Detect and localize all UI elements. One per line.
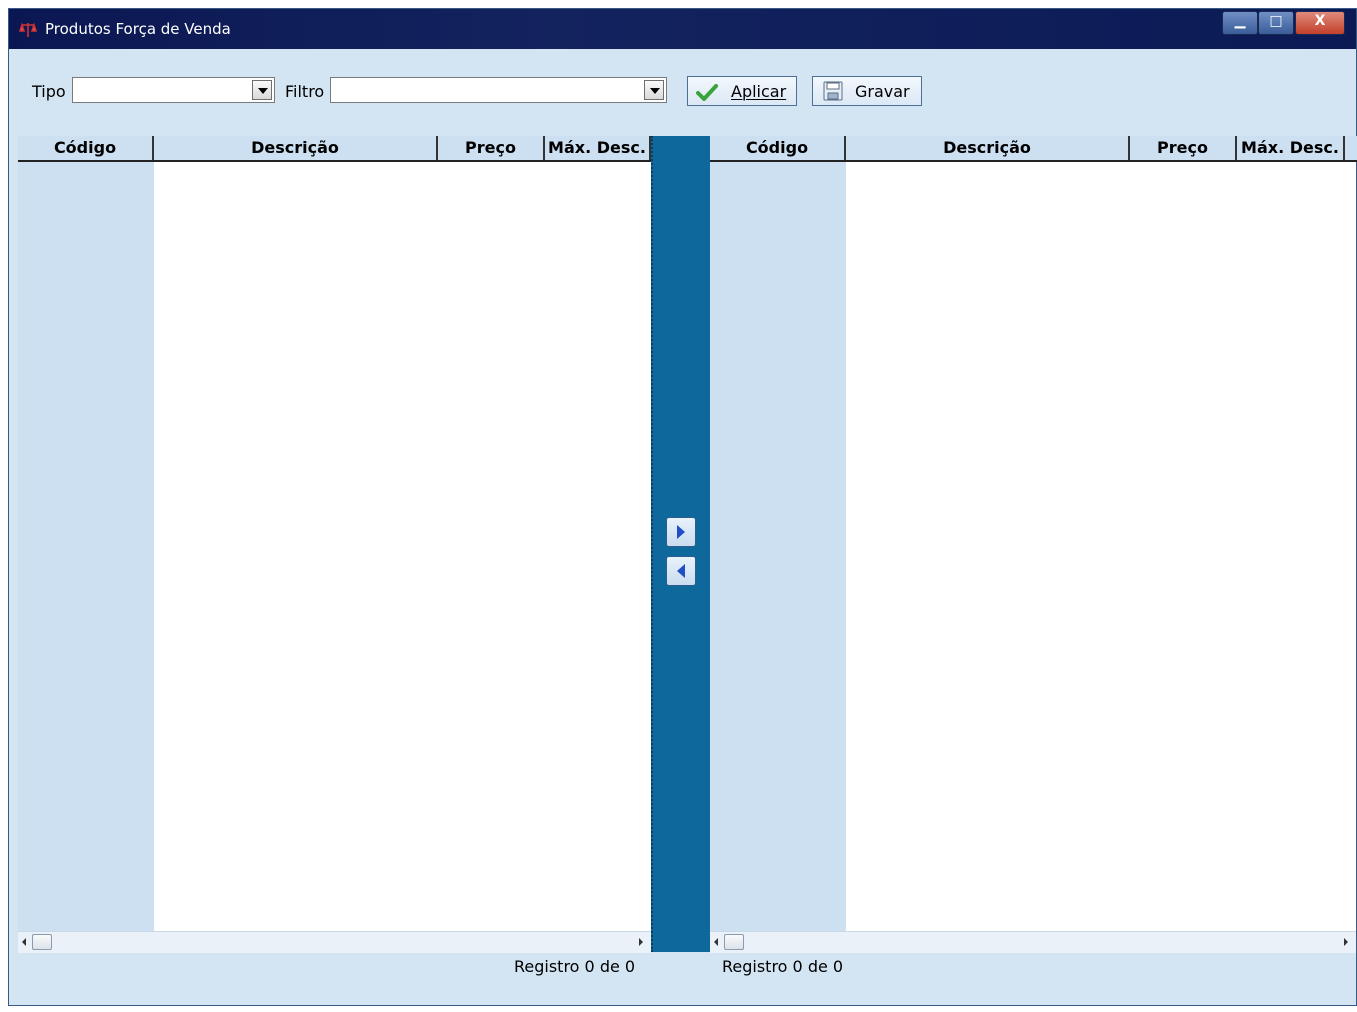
scroll-right-icon[interactable] [639, 938, 643, 946]
app-icon [19, 22, 37, 37]
minimize-button[interactable]: ▁ [1222, 11, 1258, 35]
column-header-descricao[interactable]: Descrição [846, 136, 1130, 160]
title-bar[interactable]: Produtos Força de Venda ▁ □ X [9, 9, 1356, 49]
splitter[interactable] [651, 136, 710, 952]
check-icon [696, 84, 718, 101]
window-title: Produtos Força de Venda [45, 20, 231, 38]
save-icon [823, 81, 843, 101]
scroll-left-icon[interactable] [714, 938, 718, 946]
move-right-button[interactable] [666, 517, 696, 547]
right-grid-status: Registro 0 de 0 [722, 957, 844, 976]
scroll-left-icon[interactable] [22, 938, 26, 946]
column-header-max-desc[interactable]: Máx. Desc. [545, 136, 651, 160]
gravar-button[interactable]: Gravar [812, 76, 922, 106]
right-grid-key-column[interactable] [710, 162, 846, 931]
filtro-select[interactable] [330, 77, 667, 103]
filtro-label: Filtro [285, 82, 325, 101]
left-grid-key-column[interactable] [18, 162, 154, 931]
tipo-label: Tipo [32, 82, 66, 101]
left-grid-status: Registro 0 de 0 [514, 957, 636, 976]
chevron-down-icon[interactable] [252, 80, 272, 100]
column-header-codigo[interactable]: Código [18, 136, 154, 160]
column-header-preco[interactable]: Preço [438, 136, 545, 160]
minimize-icon: ▁ [1234, 13, 1246, 29]
scroll-right-icon[interactable] [1344, 938, 1348, 946]
maximize-button[interactable]: □ [1258, 11, 1294, 35]
gravar-label: Gravar [855, 82, 910, 101]
close-button[interactable]: X [1295, 11, 1345, 35]
column-header-max-desc[interactable]: Máx. Desc. [1237, 136, 1345, 160]
main-window: Produtos Força de Venda ▁ □ X Tipo Filtr… [8, 8, 1357, 1006]
chevron-down-icon[interactable] [644, 80, 664, 100]
move-left-button[interactable] [666, 556, 696, 586]
left-grid-header: Código Descrição Preço Máx. Desc. [18, 136, 651, 162]
maximize-icon: □ [1269, 13, 1283, 29]
left-grid-body[interactable] [154, 162, 651, 931]
column-header-codigo[interactable]: Código [710, 136, 846, 160]
aplicar-label: Aplicar [731, 82, 787, 101]
right-grid-body[interactable] [846, 162, 1356, 931]
close-icon: X [1314, 13, 1326, 29]
arrow-right-icon [677, 525, 685, 539]
left-grid-scrollbar[interactable] [18, 931, 651, 953]
aplicar-button[interactable]: Aplicar [687, 76, 797, 106]
right-grid-scrollbar[interactable] [710, 931, 1356, 953]
column-header-preco[interactable]: Preço [1130, 136, 1237, 160]
tipo-select[interactable] [72, 77, 275, 103]
scroll-thumb[interactable] [724, 934, 744, 950]
column-header-descricao[interactable]: Descrição [154, 136, 438, 160]
scroll-thumb[interactable] [32, 934, 52, 950]
right-grid-header: Código Descrição Preço Máx. Desc. [710, 136, 1357, 162]
arrow-left-icon [677, 564, 685, 578]
